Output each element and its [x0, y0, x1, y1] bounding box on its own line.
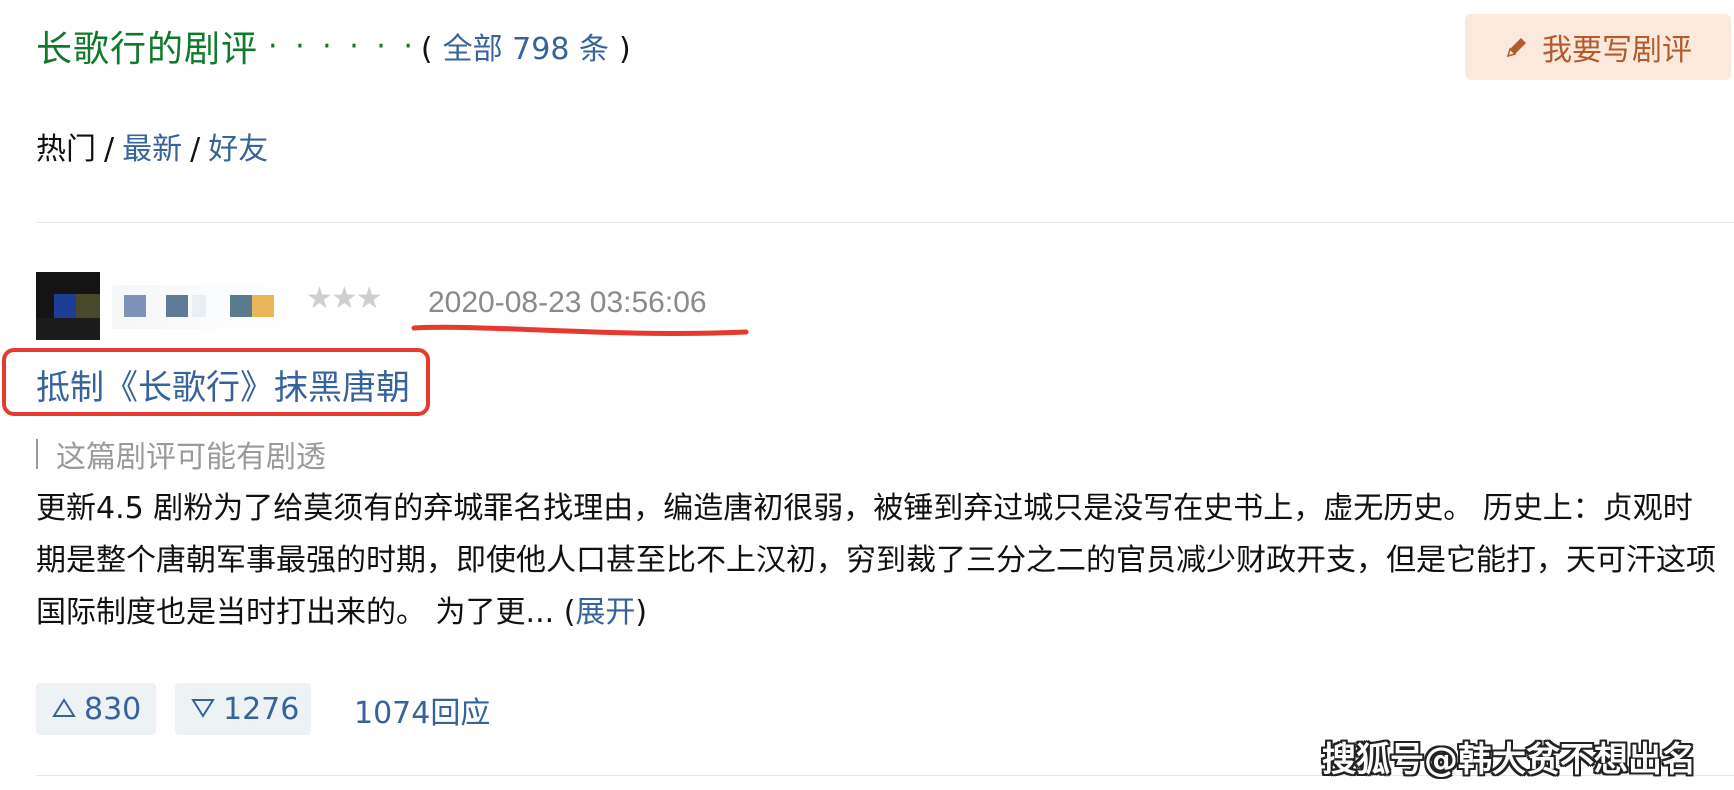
page-title: 长歌行的剧评: [36, 29, 259, 70]
write-review-button[interactable]: 我要写剧评: [1465, 14, 1731, 80]
review-excerpt-text: 更新4.5 剧粉为了给莫须有的弃城罪名找理由，编造唐初很弱，被锤到弃过城只是没写…: [36, 491, 1716, 630]
divider: [36, 222, 1734, 223]
expand-open-paren: (: [563, 595, 576, 630]
triangle-up-icon: [52, 692, 76, 727]
write-review-label: 我要写剧评: [1542, 33, 1692, 68]
useful-button[interactable]: 830: [36, 683, 156, 735]
review-excerpt: 更新4.5 剧粉为了给莫须有的弃城罪名找理由，编造唐初很弱，被锤到弃过城只是没写…: [36, 483, 1716, 639]
review-title-link[interactable]: 抵制《长歌行》抹黑唐朝: [36, 360, 410, 409]
expand-link[interactable]: 展开: [575, 595, 635, 630]
sort-newest[interactable]: 最新: [122, 132, 182, 167]
review-count: ( 全部 798 条): [421, 24, 631, 68]
count-open-paren: (: [420, 32, 433, 67]
spoiler-warning: 这篇剧评可能有剧透: [36, 432, 326, 476]
watermark-text: 搜狐号@韩大贫不想出名: [1322, 740, 1696, 780]
rating-stars: ★★★: [306, 281, 383, 316]
useless-count: 1276: [223, 691, 300, 727]
useless-button[interactable]: 1276: [175, 683, 311, 735]
sort-friends[interactable]: 好友: [208, 132, 268, 167]
triangle-down-icon: [191, 692, 215, 727]
reply-count-link[interactable]: 1074回应: [354, 688, 490, 732]
page-header: 长歌行的剧评 · · · · · · ( 全部 798 条): [36, 18, 631, 74]
sort-separator: /: [190, 132, 201, 167]
avatar[interactable]: [36, 272, 100, 340]
username-blurred[interactable]: [112, 285, 302, 329]
spoiler-bar: [36, 439, 38, 469]
spoiler-text: 这篇剧评可能有剧透: [56, 440, 326, 475]
count-close-paren: ): [618, 32, 631, 67]
red-underline-annotation: [411, 324, 749, 336]
pencil-icon: [1504, 34, 1530, 60]
review-timestamp: 2020-08-23 03:56:06: [428, 286, 707, 319]
title-dots: · · · · · ·: [268, 28, 417, 64]
expand-close-paren: ): [635, 595, 648, 630]
useful-count: 830: [84, 691, 142, 727]
sort-hot[interactable]: 热门: [36, 132, 96, 167]
sort-tabs: 热门 / 最新 / 好友: [36, 124, 268, 168]
sort-separator: /: [104, 132, 115, 167]
all-reviews-link[interactable]: 全部 798 条: [443, 32, 609, 67]
